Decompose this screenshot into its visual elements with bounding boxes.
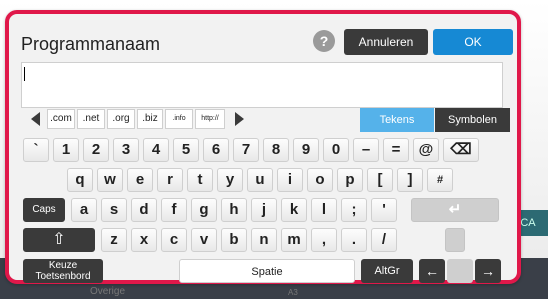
space-key[interactable]: Spatie bbox=[179, 259, 355, 283]
key-equals[interactable]: = bbox=[383, 138, 409, 162]
key-left-bracket[interactable]: [ bbox=[367, 168, 393, 192]
backspace-key[interactable]: ⌫ bbox=[443, 138, 479, 162]
key-v[interactable]: v bbox=[191, 228, 217, 252]
key-apostrophe[interactable]: ' bbox=[371, 198, 397, 222]
domain-key-org[interactable]: .org bbox=[107, 109, 135, 129]
key-0[interactable]: 0 bbox=[323, 138, 349, 162]
altgr-key[interactable]: AltGr bbox=[361, 259, 413, 283]
cursor-left-key[interactable]: ← bbox=[419, 259, 445, 283]
key-3[interactable]: 3 bbox=[113, 138, 139, 162]
cursor-right-key[interactable]: → bbox=[475, 259, 501, 283]
key-hash[interactable]: # bbox=[427, 168, 453, 192]
key-y[interactable]: y bbox=[217, 168, 243, 192]
key-r[interactable]: r bbox=[157, 168, 183, 192]
tab-tekens[interactable]: Tekens bbox=[360, 108, 434, 132]
key-9[interactable]: 9 bbox=[293, 138, 319, 162]
domain-key-info[interactable]: .info bbox=[165, 109, 193, 129]
key-6[interactable]: 6 bbox=[203, 138, 229, 162]
key-l[interactable]: l bbox=[311, 198, 337, 222]
domain-key-com[interactable]: .com bbox=[47, 109, 75, 129]
program-name-dialog: Programmanaam ? Annuleren OK .com .net .… bbox=[5, 10, 521, 284]
domain-scroll-left-icon[interactable] bbox=[31, 112, 40, 126]
arrow-left-icon: ← bbox=[425, 263, 439, 279]
domain-key-biz[interactable]: .biz bbox=[137, 109, 163, 129]
background-label-other: Overige bbox=[90, 286, 126, 297]
key-e[interactable]: e bbox=[127, 168, 153, 192]
backspace-icon: ⌫ bbox=[450, 141, 472, 158]
key-right-bracket[interactable]: ] bbox=[397, 168, 423, 192]
key-1[interactable]: 1 bbox=[53, 138, 79, 162]
key-backtick[interactable]: ` bbox=[23, 138, 49, 162]
key-at[interactable]: @ bbox=[413, 138, 439, 162]
keyboard-select-button[interactable]: Keuze Toetsenbord bbox=[23, 259, 103, 283]
enter-key[interactable]: ↵ bbox=[411, 198, 499, 222]
key-z[interactable]: z bbox=[101, 228, 127, 252]
program-name-input[interactable] bbox=[21, 62, 503, 108]
help-button[interactable]: ? bbox=[313, 30, 335, 52]
key-i[interactable]: i bbox=[277, 168, 303, 192]
key-semicolon[interactable]: ; bbox=[341, 198, 367, 222]
key-4[interactable]: 4 bbox=[143, 138, 169, 162]
key-o[interactable]: o bbox=[307, 168, 333, 192]
key-d[interactable]: d bbox=[131, 198, 157, 222]
key-slash[interactable]: / bbox=[371, 228, 397, 252]
shift-icon: ⇧ bbox=[52, 231, 66, 248]
tab-symbolen[interactable]: Symbolen bbox=[435, 108, 510, 132]
key-a[interactable]: a bbox=[71, 198, 97, 222]
key-q[interactable]: q bbox=[67, 168, 93, 192]
key-b[interactable]: b bbox=[221, 228, 247, 252]
enter-icon: ↵ bbox=[448, 201, 462, 218]
key-t[interactable]: t bbox=[187, 168, 213, 192]
key-m[interactable]: m bbox=[281, 228, 307, 252]
key-x[interactable]: x bbox=[131, 228, 157, 252]
ok-button[interactable]: OK bbox=[433, 29, 513, 55]
key-period[interactable]: . bbox=[341, 228, 367, 252]
key-u[interactable]: u bbox=[247, 168, 273, 192]
cursor-mid-key[interactable] bbox=[447, 259, 473, 283]
background-label-size: A3 bbox=[288, 288, 298, 297]
shift-key[interactable]: ⇧ bbox=[23, 228, 95, 252]
key-8[interactable]: 8 bbox=[263, 138, 289, 162]
arrow-right-icon: → bbox=[481, 263, 495, 279]
key-g[interactable]: g bbox=[191, 198, 217, 222]
domain-key-net[interactable]: .net bbox=[77, 109, 105, 129]
caps-key[interactable]: Caps bbox=[23, 198, 65, 222]
key-minus[interactable]: – bbox=[353, 138, 379, 162]
key-5[interactable]: 5 bbox=[173, 138, 199, 162]
key-comma[interactable]: , bbox=[311, 228, 337, 252]
key-j[interactable]: j bbox=[251, 198, 277, 222]
enter-key-lower[interactable] bbox=[445, 228, 465, 252]
key-w[interactable]: w bbox=[97, 168, 123, 192]
key-k[interactable]: k bbox=[281, 198, 307, 222]
dialog-title: Programmanaam bbox=[21, 34, 161, 54]
domain-key-http[interactable]: http:// bbox=[195, 109, 225, 129]
key-h[interactable]: h bbox=[221, 198, 247, 222]
cancel-button[interactable]: Annuleren bbox=[344, 29, 428, 55]
key-7[interactable]: 7 bbox=[233, 138, 259, 162]
key-p[interactable]: p bbox=[337, 168, 363, 192]
key-c[interactable]: c bbox=[161, 228, 187, 252]
text-caret bbox=[24, 67, 25, 81]
key-2[interactable]: 2 bbox=[83, 138, 109, 162]
domain-scroll-right-icon[interactable] bbox=[235, 112, 244, 126]
key-s[interactable]: s bbox=[101, 198, 127, 222]
key-f[interactable]: f bbox=[161, 198, 187, 222]
key-n[interactable]: n bbox=[251, 228, 277, 252]
